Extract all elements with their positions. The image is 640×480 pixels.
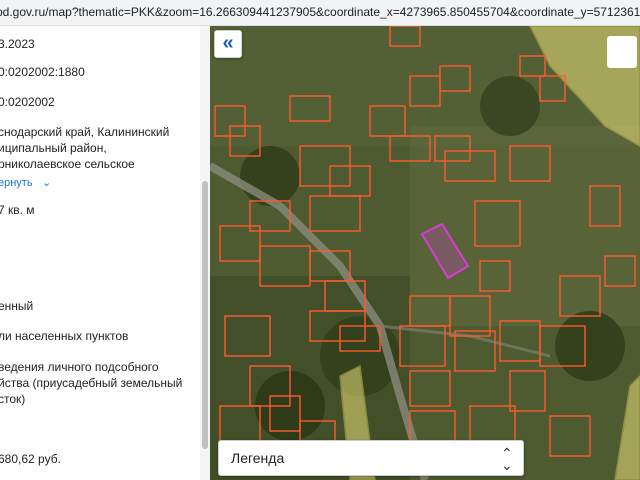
category-value: ли населенных пунктов: [0, 329, 129, 343]
satellite-map[interactable]: [210, 26, 640, 480]
double-chevron-left-icon: «: [222, 32, 234, 54]
permitted-use-line-2: йства (приусадебный земельный: [0, 376, 183, 390]
url-text[interactable]: pd.gov.ru/map?thematic=PKK&zoom=16.26630…: [0, 1, 640, 23]
permitted-use-line-1: ведения личного подсобного: [0, 360, 159, 374]
address-bar[interactable]: pd.gov.ru/map?thematic=PKK&zoom=16.26630…: [0, 0, 640, 26]
legend-label: Легенда: [231, 450, 285, 466]
cadastral-cost-value: 680,62 руб.: [0, 452, 61, 466]
cadastral-quarter-value: 0:0202002: [0, 95, 55, 109]
legend-select[interactable]: Легенда ⌃ ⌄: [218, 440, 524, 476]
address-line-1: снодарский край, Калининский: [0, 125, 170, 139]
select-arrows-icon: ⌃ ⌄: [501, 445, 513, 473]
chevron-down-icon[interactable]: ⌄: [42, 177, 51, 189]
collapse-link-text[interactable]: ернуть: [0, 177, 33, 189]
cadastral-number-value: 0:0202002:1880: [0, 65, 85, 79]
info-panel: 3.2023 0:0202002:1880 0:0202002 снодарск…: [0, 26, 210, 480]
permitted-use-line-3: сток): [0, 392, 26, 406]
area-value: 7 кв. м: [0, 203, 35, 217]
map-view[interactable]: [210, 26, 640, 480]
collapse-link[interactable]: ернуть ⌄: [0, 174, 51, 191]
collapse-panel-button[interactable]: «: [214, 30, 242, 58]
date-value: 3.2023: [0, 37, 35, 51]
address-line-3: рниколаевское сельское: [0, 157, 135, 171]
address-line-2: иципальный район,: [0, 141, 107, 155]
status-value: енный: [0, 299, 34, 313]
scrollbar-thumb[interactable]: [202, 181, 208, 449]
map-control-box[interactable]: [607, 36, 637, 68]
